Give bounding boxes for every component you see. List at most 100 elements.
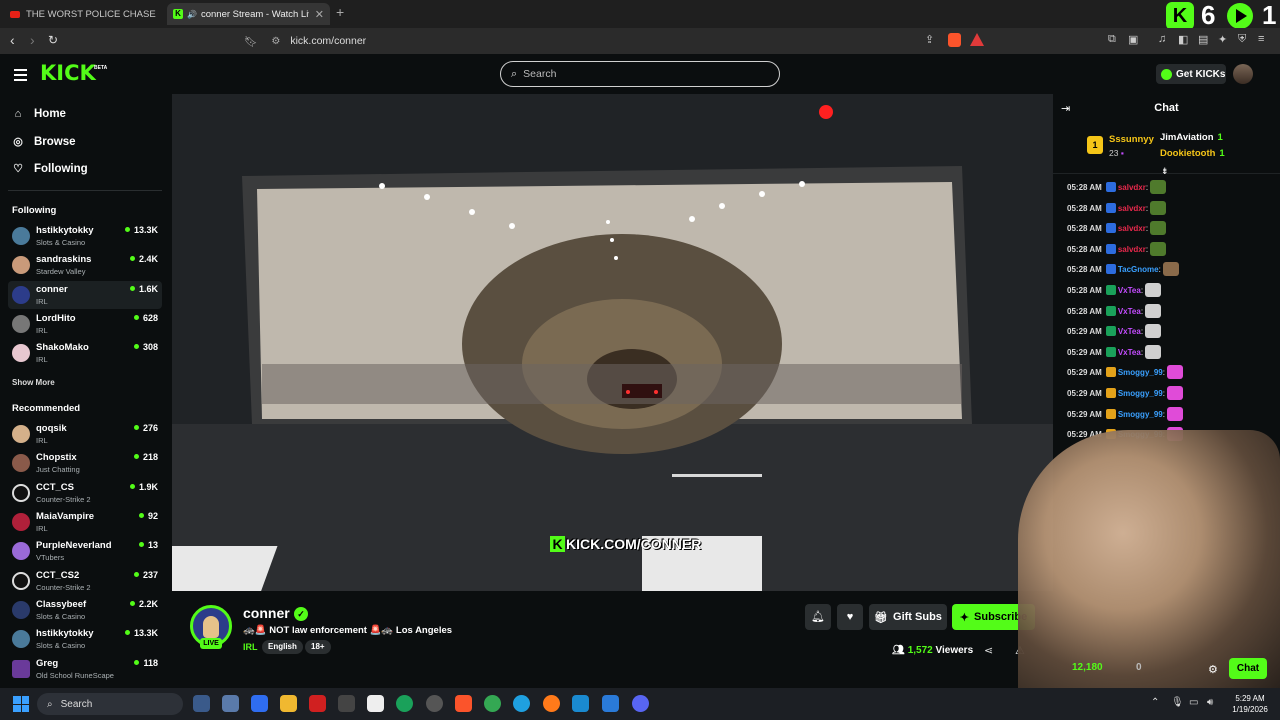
message-username[interactable]: VxTea [1118,327,1141,336]
notification-bell-button[interactable]: 🔔︎ [805,604,831,630]
extensions-icon[interactable]: ⧉ [1108,33,1116,46]
browser-tab-youtube[interactable]: THE WORST POLICE CHASE I'VE EVER [4,3,164,25]
brave-rewards-icon[interactable] [970,33,984,46]
sidebar-channel[interactable]: sandraskins Stardew Valley 2.4K [8,251,162,279]
sidebar-toggle-icon[interactable]: ◧ [1178,33,1188,46]
browser-tab-kick[interactable]: K 🔊 conner Stream - Watch Live o ✕ [167,3,330,25]
taskbar-app-icon[interactable] [572,695,589,712]
sidebar-channel[interactable]: qoqsik IRL 276 [8,420,162,448]
bookmark-icon[interactable]: 🔖︎ [244,35,257,48]
vpn-icon[interactable]: ⛨ [1238,33,1246,46]
screenshot-icon[interactable]: ▣ [1128,33,1138,46]
chat-message[interactable]: 05:28 AM salvdxr: [1067,200,1167,215]
pin-icon[interactable]: ⇟ [1161,166,1169,177]
sidebar-channel[interactable]: PurpleNeverland VTubers 13 [8,537,162,565]
show-more-link[interactable]: Show More [12,378,55,387]
wallet-icon[interactable]: ▤ [1198,33,1208,46]
gift-subs-button[interactable]: 🎁︎ Gift Subs [869,604,947,630]
brave-shields-icon[interactable] [948,33,961,47]
file-explorer-icon[interactable] [280,695,297,712]
message-username[interactable]: salvdxr [1118,204,1146,213]
close-tab-icon[interactable]: ✕ [315,8,324,21]
sidebar-channel[interactable]: hstikkytokky Slots & Casino 13.3K [8,222,162,250]
chat-settings-icon[interactable]: ⚙ [1208,663,1218,676]
sidebar-channel[interactable]: Chopstix Just Chatting 218 [8,449,162,477]
new-tab-button[interactable]: + [336,4,344,20]
sidebar-channel[interactable]: LordHito IRL 628 [8,310,162,338]
streamer-name[interactable]: conner [243,605,290,621]
tray-chevron-icon[interactable]: ⌃ [1151,697,1159,708]
ai-icon[interactable]: ✦ [1218,33,1227,46]
message-username[interactable]: VxTea [1118,307,1141,316]
message-username[interactable]: salvdxr [1118,245,1146,254]
nav-home[interactable]: ⌂ Home [12,108,66,120]
chat-message[interactable]: 05:29 AM Smoggy_99: [1067,386,1183,400]
user-avatar[interactable] [1233,64,1253,84]
share-icon[interactable]: ⇪ [925,33,934,46]
message-username[interactable]: salvdxr [1118,224,1146,233]
taskbar-app-icon[interactable] [338,695,355,712]
nav-following[interactable]: ♡ Following [12,162,88,176]
video-player[interactable]: K KICK.COM/CONNER [172,94,1053,591]
chat-message[interactable]: 05:28 AM salvdxr: [1067,221,1167,236]
chat-message[interactable]: 05:29 AM Smoggy_99: [1067,365,1183,380]
firefox-icon[interactable] [543,695,560,712]
nav-browse[interactable]: ◎ Browse [12,135,75,149]
taskbar-app-icon[interactable] [251,695,268,712]
windows-start-icon[interactable] [13,696,29,712]
sidebar-channel[interactable]: CCT_CS2 Counter-Strike 2 237 [8,567,162,595]
message-username[interactable]: Smoggy_99 [1118,368,1163,377]
chat-message[interactable]: 05:28 AM VxTea: [1067,283,1162,297]
network-icon[interactable]: ▭ [1189,697,1198,708]
share-icon[interactable]: ⋖ [984,644,993,657]
sidebar-channel[interactable]: ShakoMako IRL 308 [8,339,162,367]
taskbar-app-icon[interactable] [309,695,326,712]
stream-category[interactable]: IRL [243,642,258,652]
taskbar-app-icon[interactable] [193,695,210,712]
sidebar-channel[interactable]: Greg Old School RuneScape 118 [8,655,162,683]
get-kicks-button[interactable]: Get KICKs [1156,64,1226,84]
taskbar-search[interactable]: ⌕ Search [37,693,183,715]
tag-mature[interactable]: 18+ [305,640,331,654]
gifter-row[interactable]: JimAviation 1 [1160,132,1223,143]
menu-icon[interactable]: ≡ [1258,33,1264,45]
sidebar-channel[interactable]: Classybeef Slots & Casino 2.2K [8,596,162,624]
message-username[interactable]: VxTea [1118,348,1141,357]
gifter-row[interactable]: Dookietooth 1 [1160,148,1225,159]
taskbar-app-icon[interactable] [396,695,413,712]
chat-message[interactable]: 05:28 AM salvdxr: [1067,180,1167,194]
follow-button[interactable]: ♥ [837,604,863,630]
message-username[interactable]: salvdxr [1118,183,1146,192]
forward-icon[interactable]: › [30,32,35,48]
chat-message[interactable]: 05:28 AM salvdxr: [1067,241,1167,256]
sidebar-channel[interactable]: MaiaVampire IRL 92 [8,508,162,536]
sidebar-channel-selected[interactable]: conner IRL 1.6K [8,281,162,309]
back-icon[interactable]: ‹ [10,32,15,48]
search-input[interactable]: ⌕ Search [500,61,780,87]
url-field[interactable]: 🔖︎ ⚙︎ kick.com/conner [244,30,994,52]
speaker-icon[interactable]: 🔊 [187,10,197,19]
chat-message[interactable]: 05:28 AM VxTea: [1067,303,1162,318]
discord-icon[interactable] [632,695,649,712]
edge-icon[interactable] [513,695,530,712]
chat-message[interactable]: 05:29 AM VxTea: [1067,344,1162,359]
message-username[interactable]: Smoggy_99 [1118,410,1163,419]
message-username[interactable]: Smoggy_99 [1118,389,1163,398]
top-gifter-name[interactable]: Sssunnyy [1109,134,1154,145]
chat-message[interactable]: 05:28 AM TacGnome: [1067,262,1179,277]
vscode-icon[interactable] [602,695,619,712]
taskbar-app-icon[interactable] [222,695,239,712]
kick-logo[interactable]: KICK [40,61,96,85]
taskbar-app-icon[interactable] [426,695,443,712]
tag-language[interactable]: English [262,640,303,654]
sidebar-channel[interactable]: hstikkytokky Slots & Casino 13.3K [8,625,162,653]
hamburger-menu-icon[interactable] [14,69,27,81]
message-username[interactable]: VxTea [1118,286,1141,295]
site-info-icon[interactable]: ⚙︎ [271,36,280,47]
chrome-icon[interactable] [484,695,501,712]
chat-message[interactable]: 05:29 AM Smoggy_99: [1067,406,1183,421]
message-username[interactable]: TacGnome [1118,265,1159,274]
music-icon[interactable]: ♫ [1158,33,1166,45]
taskbar-app-icon[interactable] [367,695,384,712]
chat-send-button[interactable]: Chat [1229,658,1267,679]
